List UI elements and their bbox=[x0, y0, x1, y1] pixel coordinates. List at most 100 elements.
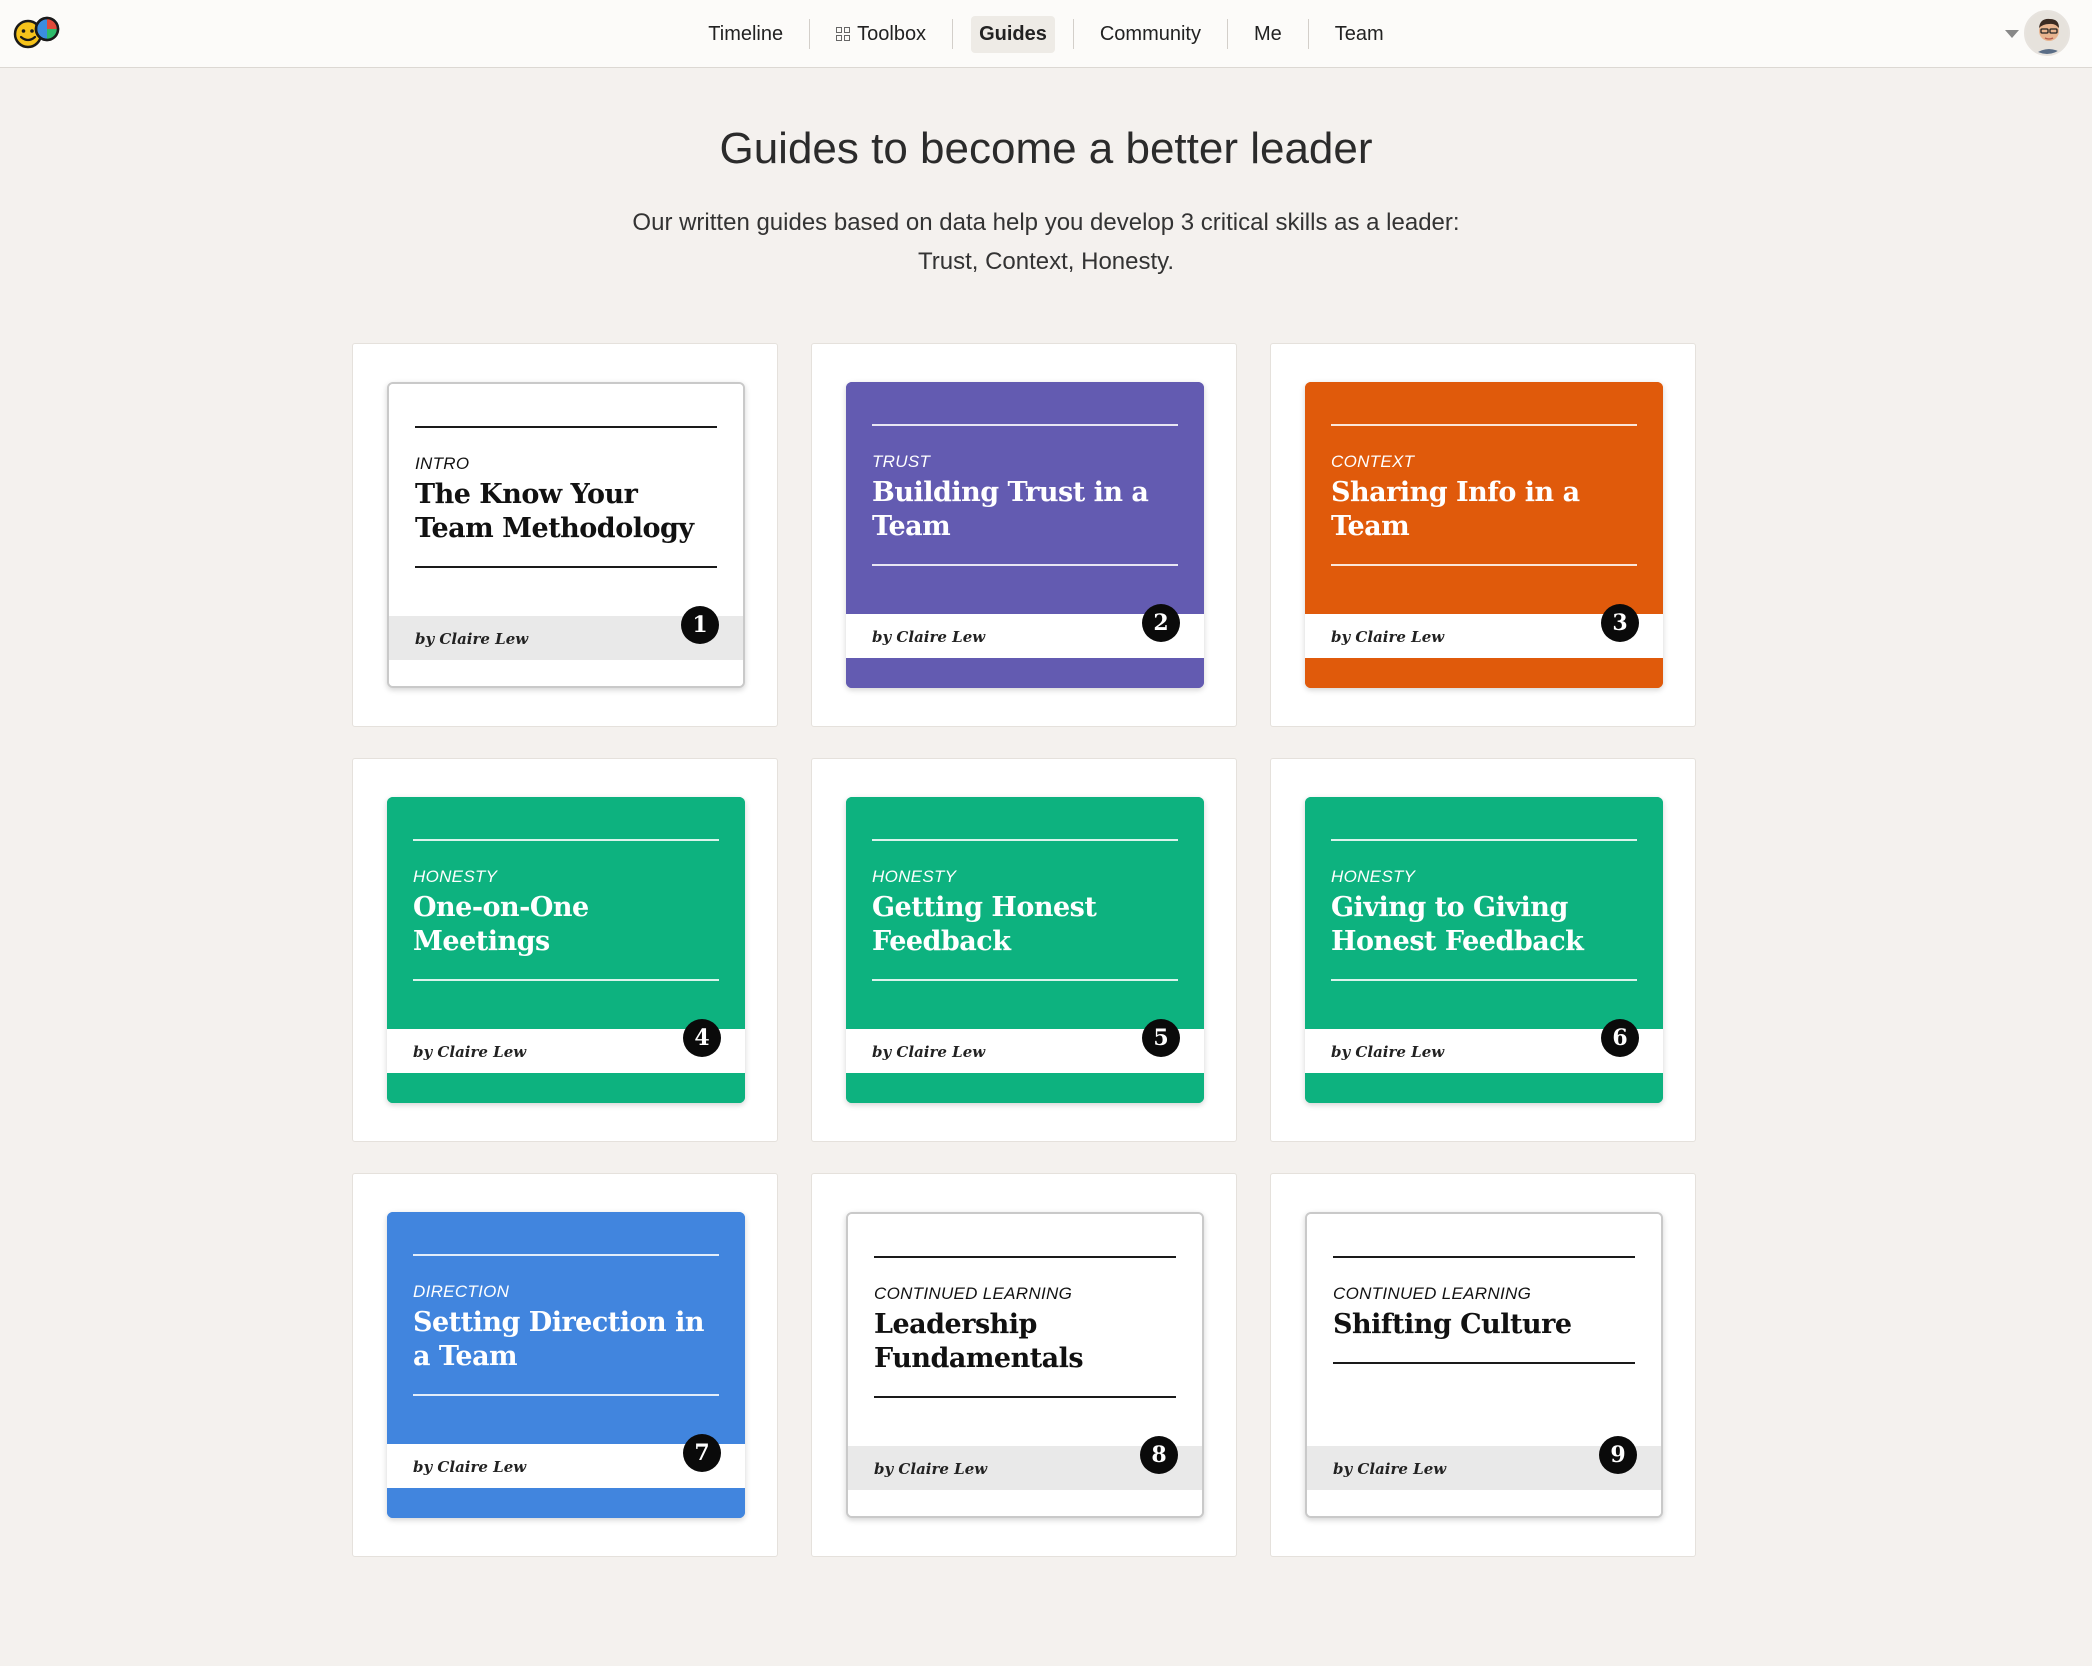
guide-book-cover[interactable]: TRUST Building Trust in a Team by Claire… bbox=[846, 382, 1204, 688]
guide-title: Setting Direction in a Team bbox=[413, 1307, 704, 1372]
guide-author: by Claire Lew bbox=[1331, 628, 1445, 646]
divider bbox=[1333, 1362, 1635, 1364]
guide-category: DIRECTION bbox=[413, 1282, 510, 1301]
divider bbox=[415, 426, 717, 428]
cover-panel: INTRO The Know Your Team Methodology bbox=[389, 384, 743, 616]
guide-author: by Claire Lew bbox=[413, 1043, 527, 1061]
nav-team[interactable]: Team bbox=[1327, 16, 1392, 53]
nav-community-label: Community bbox=[1099, 22, 1201, 45]
guide-title: Sharing Info in a Team bbox=[1331, 477, 1580, 542]
nav-toolbox-label: Toolbox bbox=[857, 22, 927, 45]
nav-toolbox[interactable]: Toolbox bbox=[828, 16, 934, 53]
divider bbox=[413, 979, 719, 981]
guide-card[interactable]: INTRO The Know Your Team Methodology by … bbox=[352, 343, 778, 727]
guide-book-cover[interactable]: HONESTY One-on-One Meetings by Claire Le… bbox=[387, 797, 745, 1103]
guide-card[interactable]: CONTINUED LEARNING Shifting Culture by C… bbox=[1270, 1173, 1696, 1557]
cover-footer bbox=[387, 1488, 745, 1518]
cover-panel: CONTINUED LEARNING Shifting Culture bbox=[1307, 1214, 1661, 1446]
divider bbox=[1331, 979, 1637, 981]
guide-title: Giving to Giving Honest Feedback bbox=[1331, 892, 1584, 957]
grid-icon bbox=[836, 27, 851, 41]
guide-book-cover[interactable]: HONESTY Giving to Giving Honest Feedback… bbox=[1305, 797, 1663, 1103]
divider bbox=[872, 424, 1178, 426]
divider bbox=[872, 979, 1178, 981]
nav-community[interactable]: Community bbox=[1092, 16, 1209, 53]
guide-number-badge: 6 bbox=[1601, 1019, 1639, 1057]
divider bbox=[872, 839, 1178, 841]
guide-author: by Claire Lew bbox=[1331, 1043, 1445, 1061]
guide-card[interactable]: CONTINUED LEARNING Leadership Fundamenta… bbox=[811, 1173, 1237, 1557]
guide-category: CONTINUED LEARNING bbox=[1333, 1284, 1532, 1303]
guide-number-badge: 9 bbox=[1599, 1436, 1637, 1474]
main-nav: Timeline Toolbox Guides Community Me Tea… bbox=[0, 0, 2092, 68]
nav-guides-label: Guides bbox=[979, 22, 1047, 45]
divider bbox=[1333, 1256, 1635, 1258]
cover-footer bbox=[1305, 658, 1663, 688]
page-subtitle: Our written guides based on data help yo… bbox=[0, 203, 2092, 281]
guide-title: One-on-One Meetings bbox=[413, 892, 589, 957]
guide-category: CONTINUED LEARNING bbox=[874, 1284, 1073, 1303]
cover-footer bbox=[389, 660, 743, 686]
guide-number-badge: 2 bbox=[1142, 604, 1180, 642]
cover-footer bbox=[1305, 1073, 1663, 1103]
cover-panel: TRUST Building Trust in a Team bbox=[846, 382, 1204, 614]
guide-title: Building Trust in a Team bbox=[872, 477, 1149, 542]
avatar[interactable] bbox=[2024, 10, 2070, 56]
guides-grid: INTRO The Know Your Team Methodology by … bbox=[352, 343, 1696, 1557]
guide-book-cover[interactable]: CONTEXT Sharing Info in a Team by Claire… bbox=[1305, 382, 1663, 688]
cover-footer bbox=[846, 658, 1204, 688]
cover-panel: HONESTY Giving to Giving Honest Feedback bbox=[1305, 797, 1663, 1029]
guide-author: by Claire Lew bbox=[415, 630, 529, 648]
author-band: by Claire Lew 1 bbox=[389, 606, 743, 660]
guide-card[interactable]: CONTEXT Sharing Info in a Team by Claire… bbox=[1270, 343, 1696, 727]
guide-number-badge: 7 bbox=[683, 1434, 721, 1472]
guide-number-badge: 3 bbox=[1601, 604, 1639, 642]
guide-title: Getting Honest Feedback bbox=[872, 892, 1097, 957]
nav-guides[interactable]: Guides bbox=[971, 15, 1055, 53]
guide-category: TRUST bbox=[872, 452, 931, 471]
nav-divider bbox=[1307, 19, 1309, 49]
guide-title: Shifting Culture bbox=[1333, 1309, 1572, 1340]
divider bbox=[1331, 424, 1637, 426]
nav-me[interactable]: Me bbox=[1246, 16, 1290, 53]
guide-card[interactable]: HONESTY One-on-One Meetings by Claire Le… bbox=[352, 758, 778, 1142]
guide-book-cover[interactable]: INTRO The Know Your Team Methodology by … bbox=[387, 382, 745, 688]
cover-footer bbox=[846, 1073, 1204, 1103]
guide-book-cover[interactable]: DIRECTION Setting Direction in a Team by… bbox=[387, 1212, 745, 1518]
guide-title: Leadership Fundamentals bbox=[874, 1309, 1084, 1374]
cover-footer bbox=[848, 1490, 1202, 1516]
divider bbox=[413, 1394, 719, 1396]
cover-panel: CONTINUED LEARNING Leadership Fundamenta… bbox=[848, 1214, 1202, 1446]
divider bbox=[874, 1396, 1176, 1398]
divider bbox=[415, 566, 717, 568]
author-band: by Claire Lew 7 bbox=[387, 1434, 745, 1488]
guide-book-cover[interactable]: CONTINUED LEARNING Leadership Fundamenta… bbox=[846, 1212, 1204, 1518]
cover-footer bbox=[387, 1073, 745, 1103]
guide-card[interactable]: HONESTY Getting Honest Feedback by Clair… bbox=[811, 758, 1237, 1142]
subtitle-line: Trust, Context, Honesty. bbox=[917, 248, 1175, 275]
guide-book-cover[interactable]: CONTINUED LEARNING Shifting Culture by C… bbox=[1305, 1212, 1663, 1518]
cover-footer bbox=[1307, 1490, 1661, 1516]
guide-card[interactable]: HONESTY Giving to Giving Honest Feedback… bbox=[1270, 758, 1696, 1142]
guide-author: by Claire Lew bbox=[872, 628, 986, 646]
nav-timeline[interactable]: Timeline bbox=[700, 16, 791, 53]
author-band: by Claire Lew 5 bbox=[846, 1019, 1204, 1073]
chevron-down-icon[interactable] bbox=[2005, 30, 2019, 38]
author-band: by Claire Lew 4 bbox=[387, 1019, 745, 1073]
guide-number-badge: 5 bbox=[1142, 1019, 1180, 1057]
guide-number-badge: 8 bbox=[1140, 1436, 1178, 1474]
divider bbox=[1331, 564, 1637, 566]
guide-card[interactable]: TRUST Building Trust in a Team by Claire… bbox=[811, 343, 1237, 727]
guide-card[interactable]: DIRECTION Setting Direction in a Team by… bbox=[352, 1173, 778, 1557]
cover-panel: HONESTY Getting Honest Feedback bbox=[846, 797, 1204, 1029]
divider bbox=[413, 839, 719, 841]
divider bbox=[874, 1256, 1176, 1258]
guide-book-cover[interactable]: HONESTY Getting Honest Feedback by Clair… bbox=[846, 797, 1204, 1103]
author-band: by Claire Lew 3 bbox=[1305, 604, 1663, 658]
author-band: by Claire Lew 2 bbox=[846, 604, 1204, 658]
cover-panel: HONESTY One-on-One Meetings bbox=[387, 797, 745, 1029]
guide-category: HONESTY bbox=[413, 867, 498, 886]
divider bbox=[872, 564, 1178, 566]
nav-team-label: Team bbox=[1334, 22, 1384, 45]
nav-divider bbox=[952, 19, 954, 49]
